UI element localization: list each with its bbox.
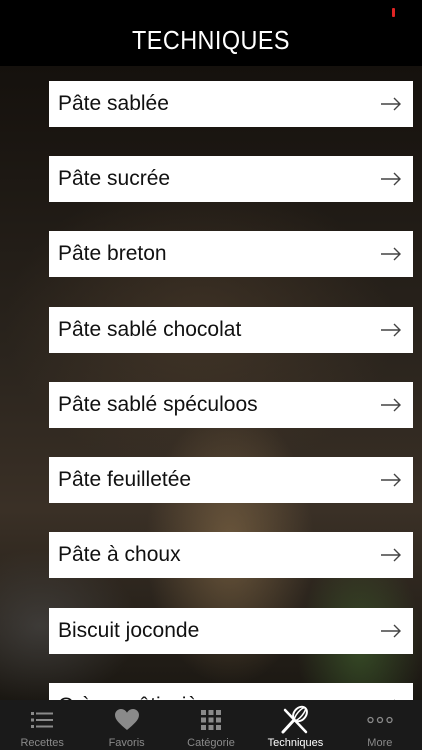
tab-label: Techniques: [267, 737, 324, 749]
list-item-label: Pâte à choux: [58, 543, 181, 566]
grid-icon: [201, 708, 222, 732]
heart-icon: [114, 708, 139, 732]
list-item-label: Pâte feuilletée: [58, 468, 192, 491]
arrow-right-icon: [381, 624, 401, 638]
arrow-right-icon: [381, 97, 401, 111]
list-item-creme-patissiere[interactable]: Crème pâtissière: [49, 683, 413, 700]
list-item-pate-sable-speculoos[interactable]: Pâte sablé spéculoos: [49, 382, 413, 428]
arrow-right-icon: [381, 323, 401, 337]
list-item-pate-a-choux[interactable]: Pâte à choux: [49, 532, 413, 578]
tab-more[interactable]: More: [338, 700, 422, 750]
whisk-icon: [280, 705, 310, 734]
list-item-label: Pâte sablé spéculoos: [58, 393, 258, 416]
list-item-label: Crème pâtissière: [58, 683, 217, 700]
tab-recettes[interactable]: Recettes: [0, 700, 84, 750]
tab-bar: Recettes Favoris Catégorie Techniques Mo…: [0, 700, 422, 750]
arrow-right-icon: [381, 247, 401, 261]
list-item-biscuit-joconde[interactable]: Biscuit joconde: [49, 608, 413, 654]
more-icon: [367, 708, 393, 732]
status-indicator: [392, 8, 395, 17]
list-item-pate-sucree[interactable]: Pâte sucrée: [49, 156, 413, 202]
tab-label: Favoris: [108, 737, 145, 749]
techniques-list[interactable]: Pâte sablée Pâte sucrée Pâte breton Pâte…: [0, 0, 422, 700]
list-item-pate-feuilletee[interactable]: Pâte feuilletée: [49, 457, 413, 503]
tab-techniques[interactable]: Techniques: [253, 700, 337, 750]
list-item-pate-sable-chocolat[interactable]: Pâte sablé chocolat: [49, 307, 413, 353]
list-item-label: Pâte breton: [58, 242, 167, 265]
page-title: TECHNIQUES: [132, 25, 290, 55]
list-item-label: Pâte sablé chocolat: [58, 318, 242, 341]
list-item-label: Pâte sucrée: [58, 167, 171, 190]
tab-label: Catégorie: [187, 737, 235, 749]
list-icon: [31, 708, 54, 732]
arrow-right-icon: [381, 473, 401, 487]
arrow-right-icon: [381, 172, 401, 186]
header-bar: TECHNIQUES: [0, 0, 422, 66]
list-item-pate-breton[interactable]: Pâte breton: [49, 231, 413, 277]
list-item-label: Pâte sablée: [58, 92, 169, 115]
tab-label: More: [367, 737, 393, 749]
tab-favoris[interactable]: Favoris: [84, 700, 168, 750]
tab-categorie[interactable]: Catégorie: [169, 700, 253, 750]
list-item-pate-sablee[interactable]: Pâte sablée: [49, 81, 413, 127]
arrow-right-icon: [381, 398, 401, 412]
list-item-label: Biscuit joconde: [58, 619, 200, 642]
tab-label: Recettes: [20, 737, 64, 749]
arrow-right-icon: [381, 548, 401, 562]
